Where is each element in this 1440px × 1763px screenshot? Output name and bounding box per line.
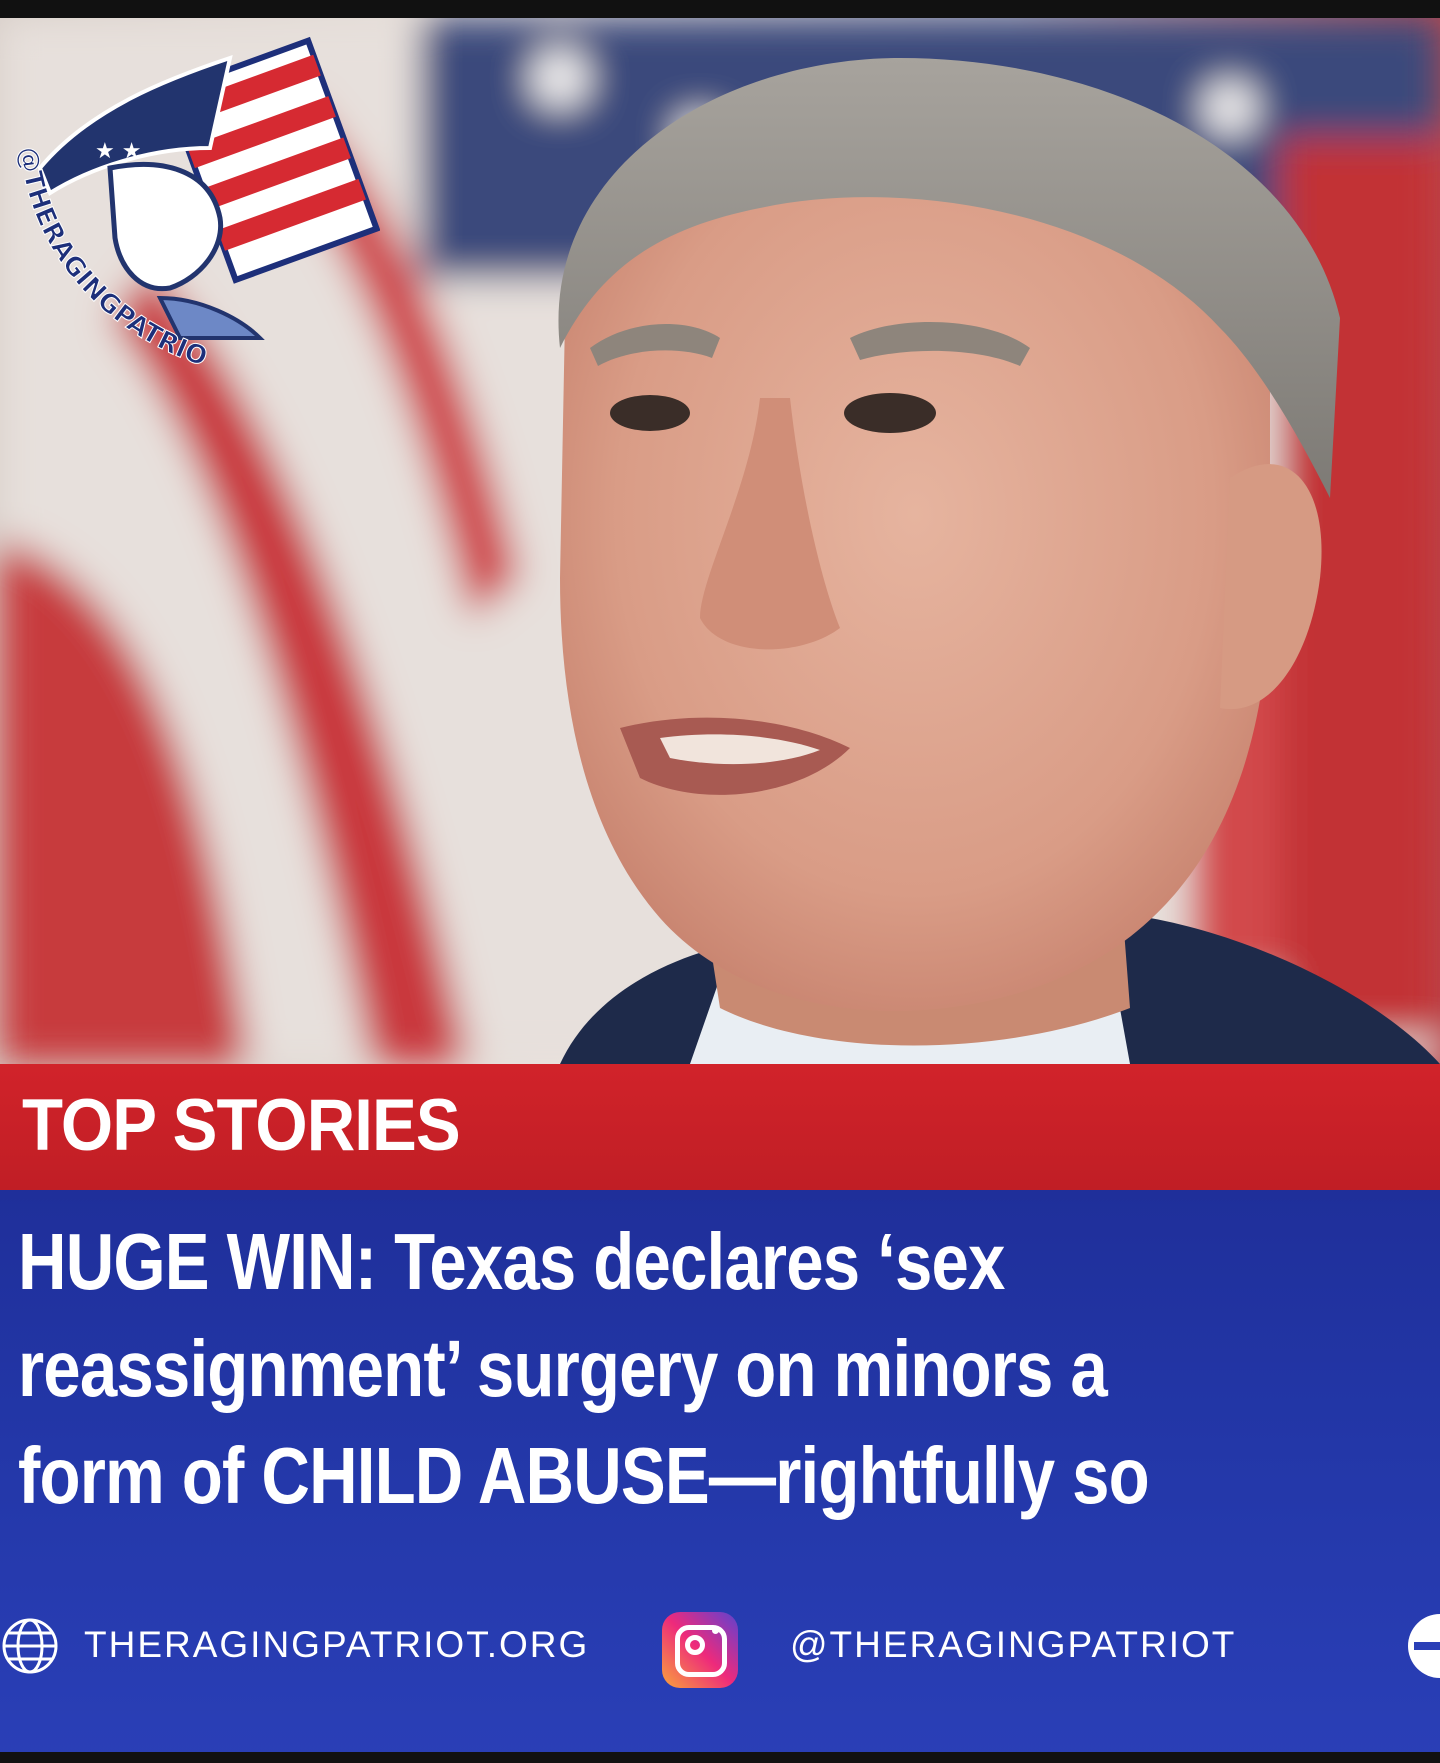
website-link[interactable]: THERAGINGPATRIOT.ORG	[84, 1624, 589, 1666]
top-border	[0, 0, 1440, 18]
svg-text:★ ★: ★ ★	[95, 139, 141, 164]
top-stories-banner: TOP STORIES	[0, 1064, 1440, 1190]
headline-line-3: form of CHILD ABUSE—rightfully so	[18, 1431, 1150, 1520]
raging-patriot-logo: ★ ★ @THERAGINGPATRIOT	[0, 18, 380, 373]
globe-icon	[2, 1618, 58, 1674]
instagram-icon	[662, 1612, 738, 1688]
footer: THERAGINGPATRIOT.ORG @THERAGINGPATRIOT	[0, 1612, 1440, 1688]
banner-label: TOP STORIES	[22, 1085, 461, 1166]
instagram-handle[interactable]: @THERAGINGPATRIOT	[790, 1624, 1236, 1666]
headline-line-2: reassignment’ surgery on minors a	[18, 1324, 1108, 1413]
headline: HUGE WIN: Texas declares ‘sex reassignme…	[18, 1208, 1244, 1529]
speaker-photo: ★ ★ @THERAGINGPATRIOT	[0, 18, 1440, 1064]
post-image: ★ ★ @THERAGINGPATRIOT TOP STORIES HUGE W…	[0, 0, 1440, 1763]
cropped-circle-icon	[1408, 1614, 1440, 1678]
headline-line-1: HUGE WIN: Texas declares ‘sex	[18, 1217, 1005, 1306]
bottom-border	[0, 1752, 1440, 1763]
